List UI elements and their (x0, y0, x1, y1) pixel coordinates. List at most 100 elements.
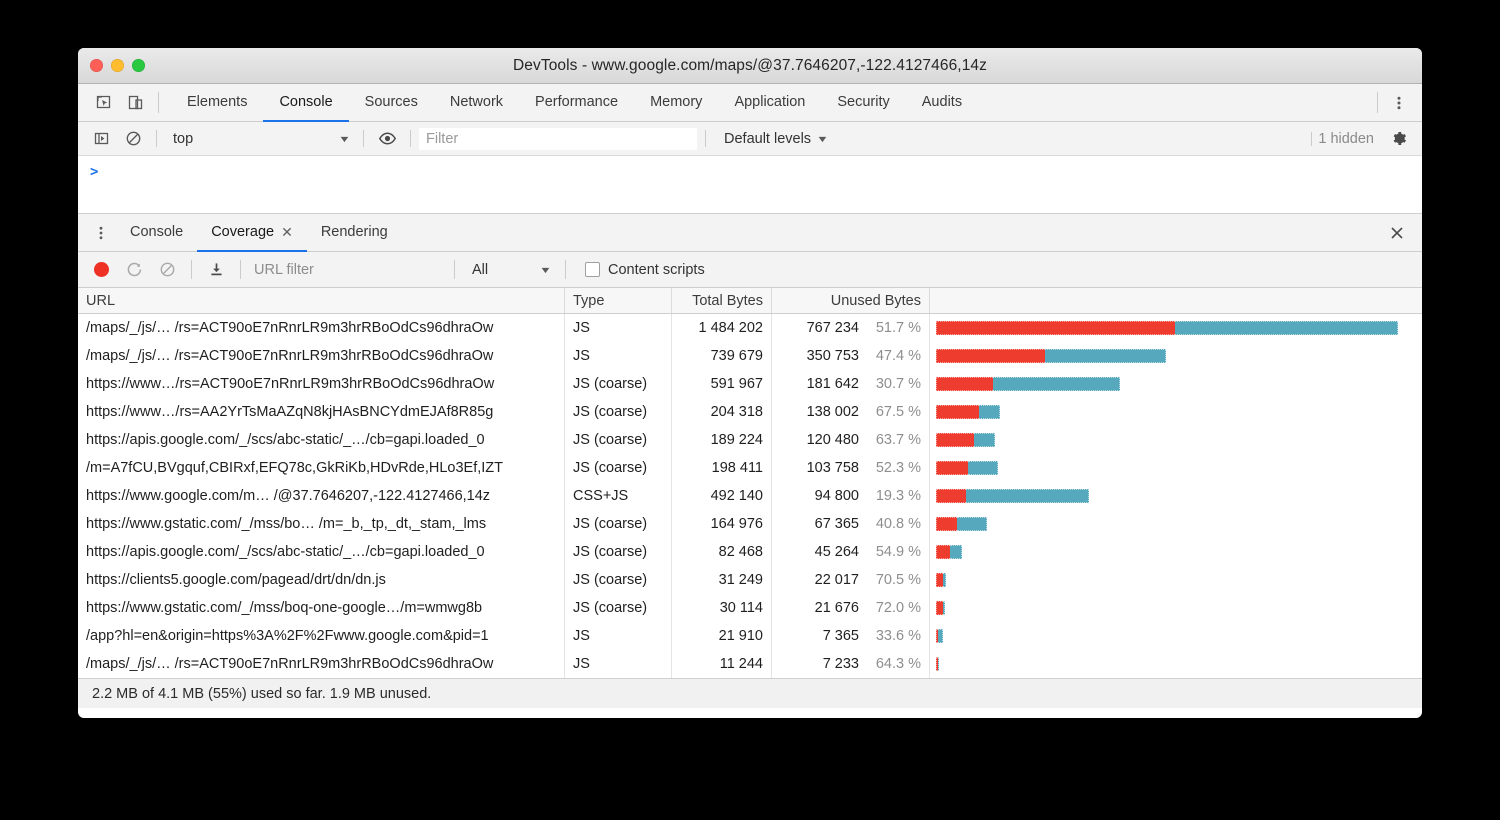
coverage-bar (936, 461, 998, 475)
tab-performance[interactable]: Performance (519, 84, 634, 122)
cell-unused-bytes: 767 23451.7 % (772, 314, 930, 342)
tab-memory[interactable]: Memory (634, 84, 718, 122)
cell-total-bytes: 31 249 (672, 566, 772, 594)
tab-elements[interactable]: Elements (171, 84, 263, 122)
device-toolbar-icon[interactable] (120, 88, 150, 118)
table-row[interactable]: https://www.gstatic.com/_/mss/boq-one-go… (78, 594, 1422, 622)
table-row[interactable]: https://apis.google.com/_/scs/abc-static… (78, 426, 1422, 454)
bar-segment-used-bytes (966, 489, 1090, 503)
bar-segment-used-bytes (957, 517, 987, 531)
unused-percent-value: 52.3 % (869, 460, 921, 476)
table-row[interactable]: https://clients5.google.com/pagead/drt/d… (78, 566, 1422, 594)
log-level-select[interactable]: Default levels ▼ (714, 127, 837, 151)
toolbar-divider (410, 130, 411, 147)
execution-context-select[interactable]: top ▼ (165, 127, 355, 151)
cell-total-bytes: 164 976 (672, 510, 772, 538)
cell-type: JS (565, 650, 672, 678)
close-tab-icon[interactable]: ✕ (281, 225, 293, 239)
devtools-panel-tabs: Elements Console Sources Network Perform… (171, 84, 978, 121)
table-row[interactable]: /maps/_/js/… /rs=ACT90oE7nRnrLR9m3hrRBoO… (78, 342, 1422, 370)
cell-unused-bytes: 45 26454.9 % (772, 538, 930, 566)
record-dot (94, 262, 109, 277)
unused-percent-value: 47.4 % (869, 348, 921, 364)
table-row[interactable]: https://www…/rs=ACT90oE7nRnrLR9m3hrRBoOd… (78, 370, 1422, 398)
devtools-main-tabbar: Elements Console Sources Network Perform… (78, 84, 1422, 122)
unused-bytes-value: 103 758 (807, 460, 859, 476)
unused-bytes-value: 94 800 (815, 488, 859, 504)
close-drawer-icon[interactable] (1382, 218, 1412, 248)
console-filter-toolbar: top ▼ Default levels ▼ 1 hidden (78, 122, 1422, 156)
content-scripts-toggle[interactable]: Content scripts (575, 262, 705, 278)
coverage-toolbar: All ▼ Content scripts (78, 252, 1422, 288)
cell-type: JS (coarse) (565, 594, 672, 622)
url-filter-input[interactable] (250, 259, 445, 281)
cell-coverage-bar (930, 566, 1422, 594)
cell-unused-bytes: 94 800 19.3 % (772, 482, 930, 510)
cell-unused-bytes: 350 75347.4 % (772, 342, 930, 370)
table-row[interactable]: /m=A7fCU,BVgquf,CBIRxf,EFQ78c,GkRiKb,HDv… (78, 454, 1422, 482)
cell-coverage-bar (930, 398, 1422, 426)
drawer-tab-console[interactable]: Console (116, 214, 197, 252)
tab-application[interactable]: Application (718, 84, 821, 122)
table-row[interactable]: /maps/_/js/… /rs=ACT90oE7nRnrLR9m3hrRBoO… (78, 650, 1422, 678)
record-button-icon[interactable] (86, 255, 116, 285)
unused-bytes-value: 45 264 (815, 544, 859, 560)
screen: DevTools - www.google.com/maps/@37.76462… (0, 0, 1500, 820)
table-row[interactable]: https://www.google.com/m… /@37.7646207,-… (78, 482, 1422, 510)
table-row[interactable]: /maps/_/js/… /rs=ACT90oE7nRnrLR9m3hrRBoO… (78, 314, 1422, 342)
console-message-area[interactable]: > (78, 156, 1422, 214)
bar-segment-used-bytes (950, 545, 962, 559)
export-download-icon[interactable] (201, 255, 231, 285)
drawer-tab-label: Coverage (211, 224, 274, 240)
cell-type: JS (coarse) (565, 566, 672, 594)
tab-sources[interactable]: Sources (349, 84, 434, 122)
bar-segment-used-bytes (968, 461, 998, 475)
console-sidebar-icon[interactable] (86, 124, 116, 154)
clear-console-icon[interactable] (118, 124, 148, 154)
bar-segment-used-bytes (1175, 321, 1398, 335)
cell-type: JS (coarse) (565, 370, 672, 398)
table-row[interactable]: /app?hl=en&origin=https%3A%2F%2Fwww.goog… (78, 622, 1422, 650)
content-scripts-checkbox[interactable] (585, 262, 600, 277)
table-row[interactable]: https://www.gstatic.com/_/mss/bo… /m=_b,… (78, 510, 1422, 538)
cell-url: /app?hl=en&origin=https%3A%2F%2Fwww.goog… (78, 622, 565, 650)
execution-context-value: top (173, 131, 193, 147)
coverage-type-select[interactable]: All ▼ (464, 258, 556, 282)
column-header-total-bytes[interactable]: Total Bytes (672, 288, 772, 313)
coverage-bar (936, 433, 995, 447)
drawer-tab-coverage[interactable]: Coverage ✕ (197, 214, 307, 252)
coverage-bar (936, 489, 1089, 503)
cell-total-bytes: 1 484 202 (672, 314, 772, 342)
drawer-tab-rendering[interactable]: Rendering (307, 214, 402, 252)
inspect-element-icon[interactable] (88, 88, 118, 118)
table-row[interactable]: https://www…/rs=AA2YrTsMaAZqN8kjHAsBNCYd… (78, 398, 1422, 426)
column-header-unused-bytes[interactable]: Unused Bytes (772, 288, 930, 313)
console-filter-input[interactable] (419, 128, 697, 150)
coverage-summary-text: 2.2 MB of 4.1 MB (55%) used so far. 1.9 … (92, 686, 431, 702)
live-expression-eye-icon[interactable] (372, 124, 402, 154)
unused-percent-value: 19.3 % (869, 488, 921, 504)
tab-label: Console (279, 94, 332, 110)
tab-audits[interactable]: Audits (906, 84, 978, 122)
column-header-bar[interactable] (930, 288, 1422, 313)
coverage-bar (936, 517, 987, 531)
cell-type: JS (coarse) (565, 538, 672, 566)
clear-all-icon[interactable] (152, 255, 182, 285)
tab-console[interactable]: Console (263, 84, 348, 122)
column-header-type[interactable]: Type (565, 288, 672, 313)
cell-total-bytes: 591 967 (672, 370, 772, 398)
table-row[interactable]: https://apis.google.com/_/scs/abc-static… (78, 538, 1422, 566)
column-header-url[interactable]: URL (78, 288, 565, 313)
cell-unused-bytes: 22 01770.5 % (772, 566, 930, 594)
more-options-kebab-icon[interactable] (1384, 88, 1414, 118)
cell-total-bytes: 204 318 (672, 398, 772, 426)
gear-icon[interactable] (1384, 124, 1414, 154)
toolbar-divider (705, 130, 706, 147)
tab-security[interactable]: Security (821, 84, 905, 122)
tab-network[interactable]: Network (434, 84, 519, 122)
reload-and-record-icon[interactable] (119, 255, 149, 285)
cell-coverage-bar (930, 370, 1422, 398)
more-tools-kebab-icon[interactable] (86, 214, 116, 251)
cell-coverage-bar (930, 454, 1422, 482)
bar-segment-unused-bytes (936, 405, 979, 419)
